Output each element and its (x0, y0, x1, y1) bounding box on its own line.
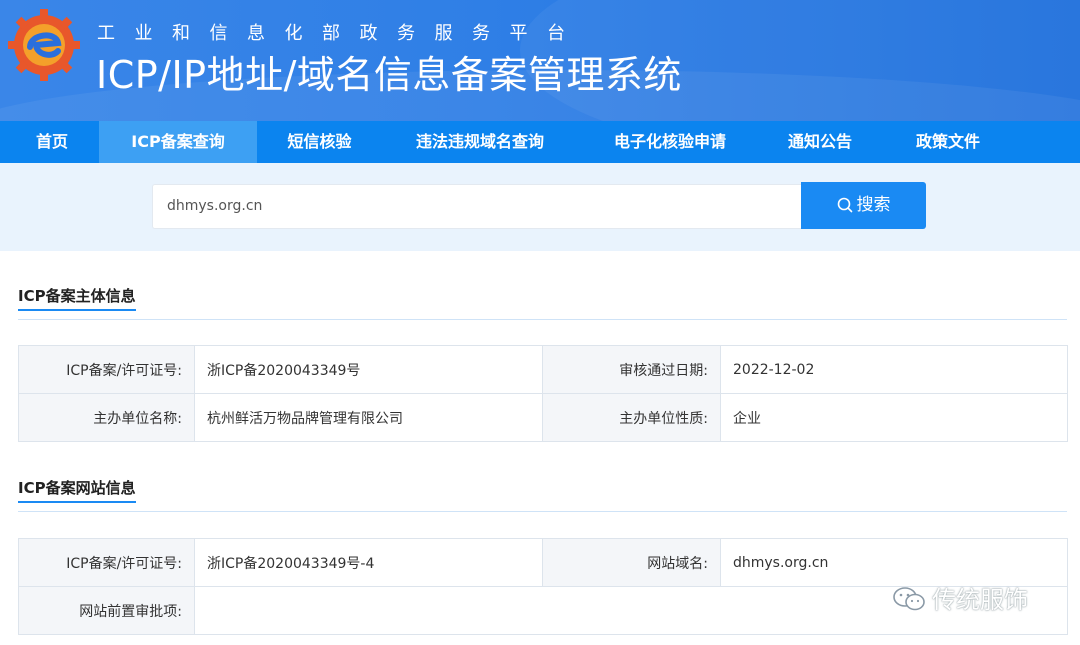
nav-item-policies[interactable]: 政策文件 (895, 121, 1001, 163)
section-underline (18, 501, 136, 503)
table-row: 主办单位名称: 杭州鲜活万物品牌管理有限公司 主办单位性质: 企业 (18, 393, 1068, 442)
section-underline (18, 309, 136, 311)
section-title-subject: ICP备案主体信息 (18, 287, 136, 305)
label-website-domain: 网站域名: (542, 538, 721, 587)
label-sponsor-type: 主办单位性质: (542, 393, 721, 442)
section-title-website: ICP备案网站信息 (18, 479, 136, 497)
wechat-icon (893, 587, 925, 611)
main-nav: 首页 ICP备案查询 短信核验 违法违规域名查询 电子化核验申请 通知公告 政策… (0, 121, 1080, 163)
nav-item-icp-query[interactable]: ICP备案查询 (99, 121, 257, 163)
site-header: 工业和信息化部政务服务平台 ICP/IP地址/域名信息备案管理系统 (0, 0, 1080, 121)
section-divider (18, 319, 1067, 320)
label-icp-license: ICP备案/许可证号: (18, 345, 195, 394)
page-title: ICP/IP地址/域名信息备案管理系统 (96, 53, 682, 97)
search-band: dhmys.org.cn 搜索 (0, 163, 1080, 251)
value-icp-license: 浙ICP备2020043349号-4 (194, 538, 543, 587)
watermark: 传统服饰 (892, 580, 1028, 615)
nav-item-illegal-domain-query[interactable]: 违法违规域名查询 (395, 121, 565, 163)
nav-item-notices[interactable]: 通知公告 (770, 121, 870, 163)
label-approval-date: 审核通过日期: (542, 345, 721, 394)
search-button-label: 搜索 (856, 195, 891, 215)
header-subtitle: 工业和信息化部政务服务平台 (97, 23, 585, 44)
subject-info-table: ICP备案/许可证号: 浙ICP备2020043349号 审核通过日期: 202… (18, 345, 1068, 442)
value-approval-date: 2022-12-02 (720, 345, 1068, 394)
value-sponsor-name: 杭州鲜活万物品牌管理有限公司 (194, 393, 543, 442)
value-sponsor-type: 企业 (720, 393, 1068, 442)
search-input[interactable]: dhmys.org.cn (152, 184, 802, 229)
label-sponsor-name: 主办单位名称: (18, 393, 195, 442)
value-icp-license: 浙ICP备2020043349号 (194, 345, 543, 394)
search-icon (837, 197, 852, 213)
search-button[interactable]: 搜索 (801, 182, 926, 229)
label-pre-approval: 网站前置审批项: (18, 586, 195, 635)
table-row: ICP备案/许可证号: 浙ICP备2020043349号 审核通过日期: 202… (18, 345, 1068, 394)
nav-item-e-verify-apply[interactable]: 电子化核验申请 (590, 121, 750, 163)
nav-item-sms-verify[interactable]: 短信核验 (257, 121, 382, 163)
section-divider (18, 511, 1067, 512)
watermark-text: 传统服饰 (932, 586, 1028, 614)
miit-logo-icon[interactable] (8, 9, 80, 81)
label-icp-license: ICP备案/许可证号: (18, 538, 195, 587)
nav-item-home[interactable]: 首页 (0, 121, 104, 163)
